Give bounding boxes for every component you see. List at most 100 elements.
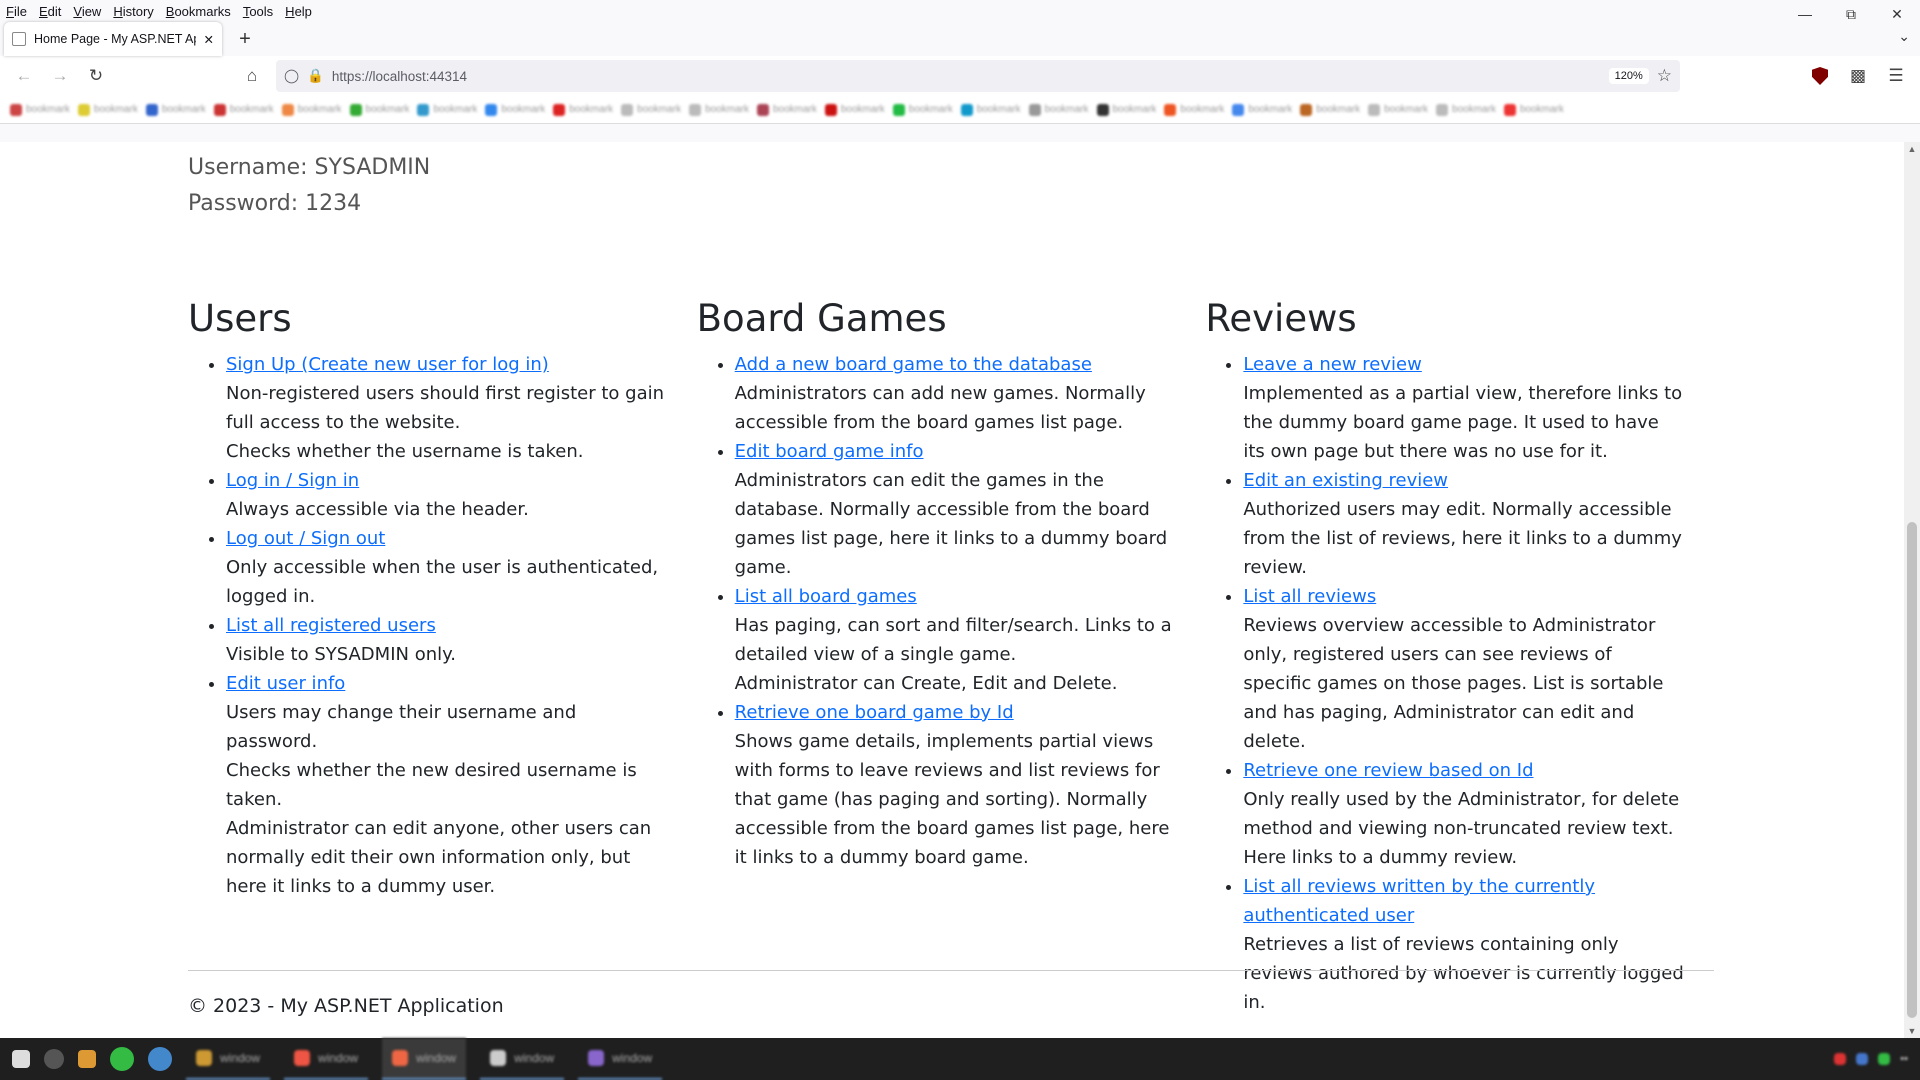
list-reviews-link[interactable]: List all reviews [1243, 586, 1376, 607]
tray-icon[interactable] [1834, 1053, 1847, 1065]
add-board-game-link[interactable]: Add a new board game to the database [735, 354, 1092, 375]
bookmark-item[interactable]: bookmark [689, 103, 749, 116]
bookmark-item[interactable]: bookmark [77, 103, 138, 116]
start-icon[interactable] [12, 1050, 30, 1068]
bookmark-item[interactable]: bookmark [1164, 103, 1224, 116]
back-icon[interactable]: ← [8, 60, 40, 92]
list-board-games-link[interactable]: List all board games [735, 586, 917, 607]
hamburger-menu-icon[interactable]: ☰ [1880, 60, 1912, 92]
retrieve-board-game-link[interactable]: Retrieve one board game by Id [735, 702, 1014, 723]
taskbar-window[interactable]: window [480, 1038, 565, 1080]
bookmark-item[interactable]: bookmark [1503, 103, 1564, 116]
taskbar-window[interactable]: window [382, 1038, 467, 1080]
username-line: Username: SYSADMIN [188, 155, 431, 180]
bookmark-item[interactable]: bookmark [621, 103, 681, 116]
vertical-scrollbar[interactable]: ▲ ▼ [1904, 142, 1920, 1038]
list-users-link[interactable]: List all registered users [226, 615, 436, 636]
list-item: List all reviews Reviews overview access… [1243, 582, 1684, 756]
taskbar: window window window window window •• [0, 1038, 1920, 1080]
menu-view[interactable]: View [73, 4, 101, 19]
menu-history[interactable]: History [113, 4, 153, 19]
bookmark-item[interactable]: bookmark [824, 103, 885, 116]
item-description: Implemented as a partial view, therefore… [1243, 383, 1683, 462]
taskbar-window[interactable]: window [578, 1038, 663, 1080]
edit-board-game-link[interactable]: Edit board game info [735, 441, 924, 462]
credentials-info: Username: SYSADMIN Password: 1234 [188, 150, 430, 222]
zoom-level[interactable]: 120% [1608, 68, 1649, 84]
sign-up-link[interactable]: Sign Up (Create new user for log in) [226, 354, 549, 375]
menu-tools[interactable]: Tools [243, 4, 273, 19]
list-item: Edit user info Users may change their us… [226, 669, 667, 901]
clock[interactable]: •• [1900, 1053, 1908, 1065]
bookmark-item[interactable]: bookmark [960, 103, 1021, 116]
ublock-icon[interactable] [1804, 60, 1836, 92]
shield-icon[interactable]: ◯ [284, 68, 299, 84]
bookmark-item[interactable]: bookmark [553, 103, 613, 116]
new-tab-button[interactable]: + [230, 24, 260, 54]
bookmark-item[interactable]: bookmark [1028, 103, 1089, 116]
list-item: Edit board game info Administrators can … [735, 437, 1176, 582]
tray-icon[interactable] [1856, 1053, 1869, 1065]
menu-bookmarks[interactable]: Bookmarks [166, 4, 231, 19]
list-item: List all registered users Visible to SYS… [226, 611, 667, 669]
menu-edit[interactable]: Edit [39, 4, 61, 19]
bookmark-item[interactable]: bookmark [1300, 103, 1360, 116]
reload-icon[interactable]: ↻ [80, 60, 112, 92]
taskbar-window[interactable]: window [284, 1038, 369, 1080]
item-description: Users may change their username and pass… [226, 702, 577, 752]
list-item: Leave a new review Implemented as a part… [1243, 350, 1684, 466]
taskbar-app-icon[interactable] [148, 1047, 172, 1071]
forward-icon[interactable]: → [44, 60, 76, 92]
bookmark-item[interactable]: bookmark [756, 103, 817, 116]
edit-user-link[interactable]: Edit user info [226, 673, 345, 694]
bookmark-item[interactable]: bookmark [1436, 103, 1496, 116]
taskbar-app-icon[interactable] [78, 1050, 96, 1068]
bookmark-item[interactable]: bookmark [1232, 103, 1292, 116]
edit-review-link[interactable]: Edit an existing review [1243, 470, 1448, 491]
reviews-column: Reviews Leave a new review Implemented a… [1205, 297, 1714, 1017]
tab-home-page[interactable]: Home Page - My ASP.NET Appl ✕ [4, 22, 222, 56]
bookmark-item[interactable]: bookmark [349, 103, 409, 116]
scroll-up-icon[interactable]: ▲ [1904, 144, 1920, 154]
close-tab-icon[interactable]: ✕ [204, 32, 214, 47]
scroll-down-icon[interactable]: ▼ [1904, 1026, 1920, 1036]
extensions-icon[interactable]: ▩ [1842, 60, 1874, 92]
my-reviews-link[interactable]: List all reviews written by the currentl… [1243, 876, 1595, 926]
url-bar[interactable]: ◯ 🔒 https://localhost:44314 120% ☆ [276, 60, 1680, 92]
chevron-down-icon[interactable]: ⌄ [1898, 28, 1910, 45]
tray-icon[interactable] [1878, 1053, 1891, 1065]
users-column: Users Sign Up (Create new user for log i… [188, 297, 697, 1017]
search-icon[interactable] [44, 1049, 64, 1069]
list-item: Add a new board game to the database Adm… [735, 350, 1176, 437]
taskbar-window[interactable]: window [186, 1038, 271, 1080]
scrollbar-thumb[interactable] [1907, 522, 1917, 1018]
bookmark-item[interactable]: bookmark [1096, 103, 1156, 116]
bookmark-item[interactable]: bookmark [10, 103, 70, 116]
board-games-heading: Board Games [696, 297, 947, 340]
leave-review-link[interactable]: Leave a new review [1243, 354, 1421, 375]
bookmark-item[interactable]: bookmark [417, 103, 477, 116]
menu-file[interactable]: File [6, 4, 27, 19]
log-out-link[interactable]: Log out / Sign out [226, 528, 385, 549]
bookmark-item[interactable]: bookmark [1368, 103, 1428, 116]
taskbar-app-icon[interactable] [110, 1047, 134, 1071]
menu-help[interactable]: Help [285, 4, 312, 19]
url-text[interactable]: https://localhost:44314 [332, 69, 1601, 84]
tab-strip: Home Page - My ASP.NET Appl ✕ + ⌄ [0, 22, 1920, 56]
system-tray: •• [1834, 1053, 1908, 1065]
bookmark-item[interactable]: bookmark [213, 103, 274, 116]
menu-bar: File Edit View History Bookmarks Tools H… [0, 0, 1920, 22]
bookmark-item[interactable]: bookmark [892, 103, 953, 116]
log-in-link[interactable]: Log in / Sign in [226, 470, 359, 491]
bookmark-item[interactable]: bookmark [485, 103, 545, 116]
bookmark-item[interactable]: bookmark [145, 103, 206, 116]
bookmark-star-icon[interactable]: ☆ [1657, 66, 1672, 86]
item-description: Visible to SYSADMIN only. [226, 644, 456, 665]
bookmark-item[interactable]: bookmark [281, 103, 342, 116]
users-list: Sign Up (Create new user for log in) Non… [188, 350, 667, 901]
retrieve-review-link[interactable]: Retrieve one review based on Id [1243, 760, 1533, 781]
bookmarks-toolbar: bookmark bookmark bookmark bookmark book… [0, 96, 1920, 124]
lock-icon[interactable]: 🔒 [307, 68, 324, 84]
home-icon[interactable]: ⌂ [236, 60, 268, 92]
item-description: Administrator can Create, Edit and Delet… [734, 673, 1118, 694]
